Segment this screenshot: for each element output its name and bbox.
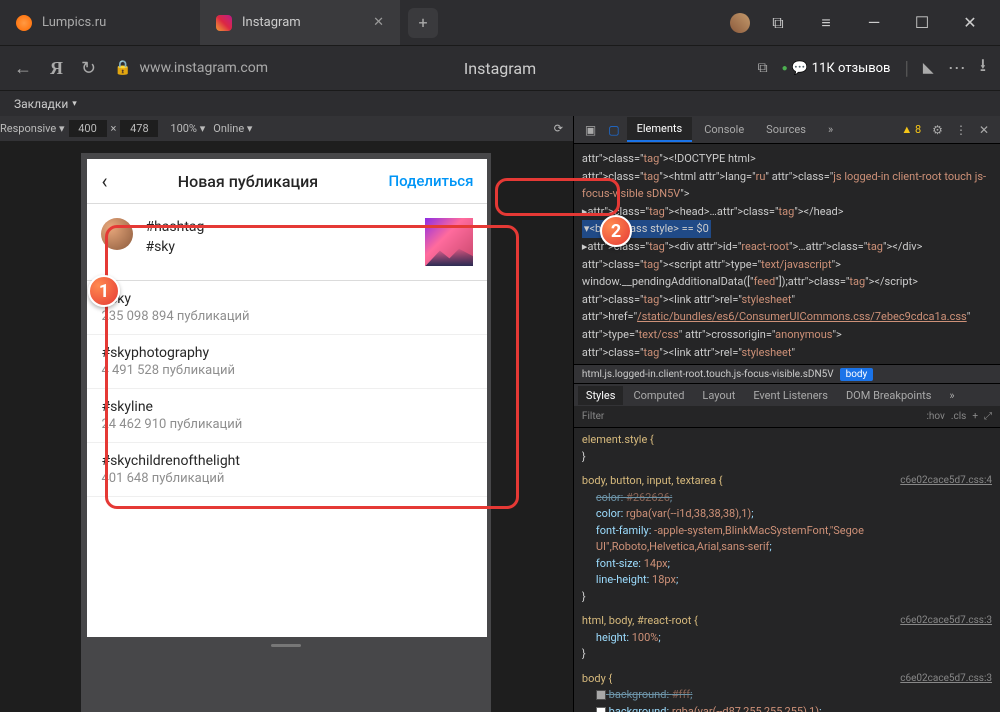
tab-label: Lumpics.ru (42, 15, 106, 30)
sidebar-icon[interactable]: ⧉ (758, 8, 798, 38)
maximize-button[interactable]: ☐ (902, 8, 942, 38)
tab-elements[interactable]: Elements (627, 117, 693, 142)
tab-styles[interactable]: Styles (578, 386, 624, 405)
more-icon[interactable]: ⋯ (948, 58, 966, 79)
tab-instagram[interactable]: Instagram ✕ (200, 0, 400, 45)
tab-layout[interactable]: Layout (694, 386, 743, 405)
hov-toggle[interactable]: :hov (926, 411, 944, 422)
site-icon (16, 15, 32, 31)
warning-badge[interactable]: ▲ 8 (901, 123, 925, 136)
close-icon[interactable]: ✕ (373, 15, 384, 30)
dom-tree[interactable]: attr">class="tag"><!DOCTYPE html>attr">c… (574, 144, 1000, 364)
resize-handle[interactable] (87, 637, 485, 653)
url-text: www.instagram.com (140, 60, 268, 76)
gear-icon[interactable]: ⚙ (927, 123, 948, 137)
suggestion-item[interactable]: #skyline 24 462 910 публикаций (87, 389, 487, 443)
avatar[interactable] (730, 13, 750, 33)
suggestion-tag: #sky (101, 291, 473, 307)
share-button[interactable]: Поделиться (388, 172, 473, 190)
suggestion-item[interactable]: #sky 235 098 894 публикаций (87, 281, 487, 335)
tab-event-listeners[interactable]: Event Listeners (745, 386, 836, 405)
tab-more[interactable]: » (941, 386, 962, 405)
zoom-select[interactable]: 100% ▾ (170, 122, 205, 135)
instagram-header: ‹ Новая публикация Поделиться (87, 159, 487, 204)
devtools-panel: ▣ ▢ Elements Console Sources » ▲ 8 ⚙ ⋮ ✕… (573, 116, 1000, 712)
add-rule-button[interactable]: + (972, 411, 978, 422)
lock-icon: 🔒 (114, 60, 131, 76)
caption-row: #hashtag #sky (87, 204, 487, 281)
separator: | (905, 58, 909, 79)
suggestion-count: 401 648 публикаций (101, 471, 473, 486)
styles-filter: Filter :hov .cls + ⤢ (574, 406, 1000, 428)
caption-input[interactable]: #hashtag #sky (145, 218, 413, 266)
bookmarks-bar[interactable]: Закладки ▾ (0, 90, 1000, 116)
dimension-separator: × (111, 122, 117, 135)
download-icon[interactable]: ⭳ (980, 53, 986, 83)
suggestion-tag: #skyphotography (101, 345, 473, 361)
instagram-icon (216, 15, 232, 31)
device-height-input[interactable] (120, 120, 158, 137)
chevron-down-icon: ▾ (72, 99, 77, 109)
tab-label: Instagram (242, 15, 301, 30)
address-bar: ← Я ↻ 🔒 www.instagram.com Instagram ⧉ 💬 … (0, 45, 1000, 90)
bookmarks-label: Закладки (14, 97, 68, 111)
suggestion-tag: #skychildrenofthelight (101, 453, 473, 469)
network-select[interactable]: Online ▾ (213, 122, 252, 135)
styles-tabs: Styles Computed Layout Event Listeners D… (574, 384, 1000, 406)
menu-icon[interactable]: ≡ (806, 8, 846, 38)
pin-icon[interactable]: ⤢ (984, 411, 992, 422)
tab-computed[interactable]: Computed (625, 386, 692, 405)
rotate-icon[interactable]: ⟳ (554, 122, 573, 135)
back-button[interactable]: ← (14, 58, 32, 79)
inspect-icon[interactable]: ▣ (580, 123, 601, 137)
reload-button[interactable]: ↻ (81, 58, 96, 79)
step-badge-1: 1 (88, 275, 120, 307)
tab-sources[interactable]: Sources (756, 118, 816, 141)
back-icon[interactable]: ‹ (101, 169, 107, 193)
bookmark-icon[interactable]: ◣ (923, 60, 934, 76)
device-toggle-icon[interactable]: ▢ (603, 123, 624, 137)
crumb-html[interactable]: html.js.logged-in.client-root.touch.js-f… (582, 369, 834, 380)
styles-pane[interactable]: element.style {}c6e02cace5d7.css:4body, … (574, 428, 1000, 712)
device-mode-select[interactable]: Responsive ▾ (0, 122, 65, 135)
device-width-input[interactable] (69, 120, 107, 137)
page-title: Instagram (464, 59, 536, 78)
tab-console[interactable]: Console (694, 118, 754, 141)
tab-more[interactable]: » (818, 118, 843, 141)
title-bar: Lumpics.ru Instagram ✕ + ⧉ ≡ — ☐ ✕ (0, 0, 1000, 45)
suggestion-item[interactable]: #skychildrenofthelight 401 648 публикаци… (87, 443, 487, 497)
user-avatar (101, 218, 133, 250)
tab-lumpics[interactable]: Lumpics.ru (0, 0, 200, 45)
more-icon[interactable]: ⋮ (950, 123, 972, 137)
suggestion-count: 235 098 894 публикаций (101, 309, 473, 324)
suggestion-count: 24 462 910 публикаций (101, 417, 473, 432)
new-tab-button[interactable]: + (408, 8, 438, 38)
cls-toggle[interactable]: .cls (951, 411, 966, 422)
close-button[interactable]: ✕ (950, 8, 990, 38)
copy-icon[interactable]: ⧉ (758, 60, 768, 76)
tab-dom-breakpoints[interactable]: DOM Breakpoints (838, 386, 939, 405)
filter-label[interactable]: Filter (582, 411, 604, 422)
suggestion-tag: #skyline (101, 399, 473, 415)
device-toolbar: Responsive ▾ × 100% ▾ Online ▾ ⟳ (0, 116, 573, 141)
instagram-header-title: Новая публикация (178, 172, 318, 191)
hashtag-suggestions: #sky 235 098 894 публикаций #skyphotogra… (87, 281, 487, 497)
reviews-badge[interactable]: 💬 11К отзывов (782, 61, 891, 76)
close-icon[interactable]: ✕ (974, 123, 994, 137)
breadcrumb[interactable]: html.js.logged-in.client-root.touch.js-f… (574, 364, 1000, 384)
minimize-button[interactable]: — (854, 8, 894, 38)
yandex-icon[interactable]: Я (50, 58, 63, 79)
url-box[interactable]: 🔒 www.instagram.com (114, 60, 268, 76)
suggestion-item[interactable]: #skyphotography 4 491 528 публикаций (87, 335, 487, 389)
crumb-body[interactable]: body (840, 368, 874, 381)
suggestion-count: 4 491 528 публикаций (101, 363, 473, 378)
device-preview: ‹ Новая публикация Поделиться #hashtag #… (0, 141, 573, 712)
step-badge-2: 2 (600, 215, 632, 247)
devtools-tabs: ▣ ▢ Elements Console Sources » ▲ 8 ⚙ ⋮ ✕ (574, 116, 1000, 144)
post-thumbnail[interactable] (425, 218, 473, 266)
